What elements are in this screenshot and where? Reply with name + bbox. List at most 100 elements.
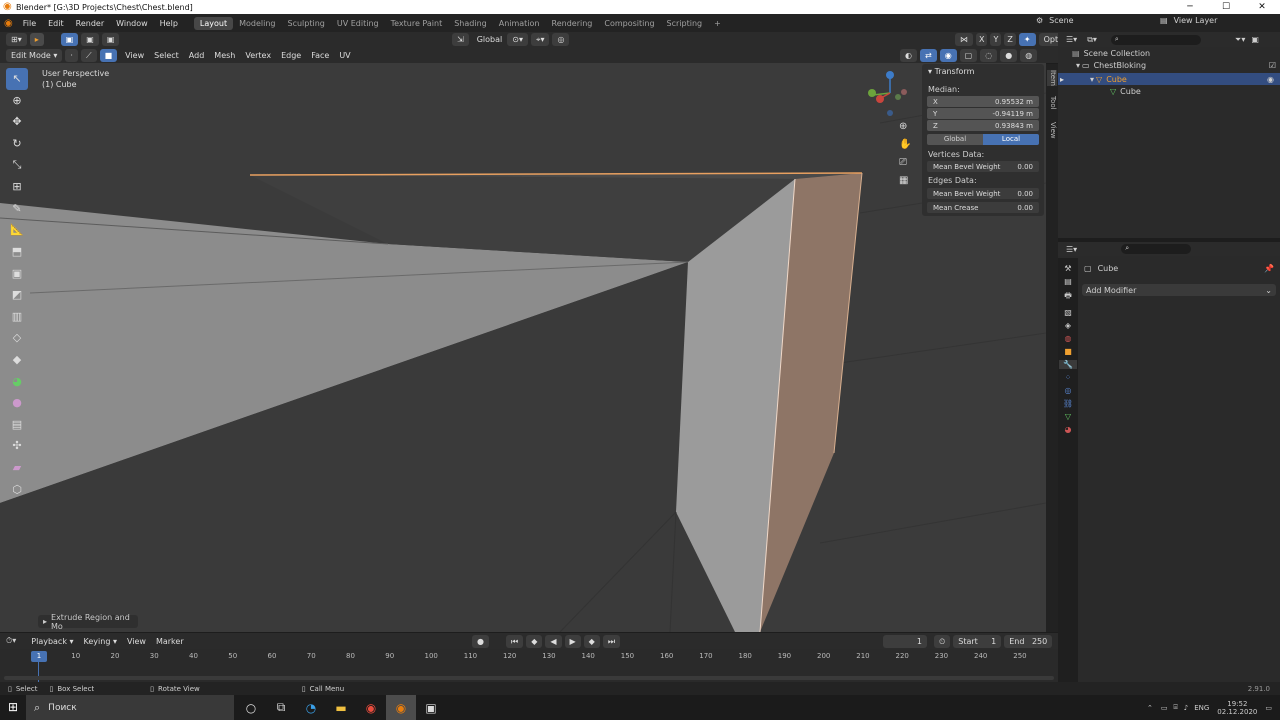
smooth-tool-icon[interactable]: ●	[6, 392, 28, 414]
language-indicator[interactable]: ENG	[1194, 704, 1209, 712]
tab-tool[interactable]: Tool	[1047, 96, 1057, 110]
measure-tool-icon[interactable]: 📐	[6, 219, 28, 241]
material-tab-icon[interactable]: ◕	[1065, 425, 1072, 434]
menu-face[interactable]: Face	[311, 51, 329, 60]
pin-icon[interactable]: 📌	[1264, 264, 1274, 273]
tab-shading[interactable]: Shading	[448, 17, 493, 30]
crease-field[interactable]: Mean Crease 0.00	[927, 202, 1039, 213]
move-tool-icon[interactable]: ✥	[6, 111, 28, 133]
tab-view[interactable]: View	[1047, 122, 1057, 139]
tab-texture-paint[interactable]: Texture Paint	[385, 17, 449, 30]
modifier-tab-icon[interactable]: 🔧	[1059, 360, 1077, 369]
object-tab-icon[interactable]: ■	[1064, 347, 1072, 356]
menu-marker[interactable]: Marker	[156, 637, 184, 646]
properties-editor-icon[interactable]: ☰▾	[1066, 245, 1077, 254]
clock-icon[interactable]: ⏲	[934, 635, 951, 648]
median-x-field[interactable]: X 0.95532 m	[927, 96, 1039, 107]
expand-arrow-icon[interactable]: ▾	[1076, 61, 1080, 70]
file-explorer-icon[interactable]: ▬	[326, 695, 356, 720]
display-mode-icon[interactable]: ⧉▾	[1087, 35, 1097, 45]
inset-tool-icon[interactable]: ▣	[6, 262, 28, 284]
zoom-icon[interactable]: ⊕	[899, 121, 913, 135]
chrome-icon[interactable]: ◉	[356, 695, 386, 720]
tab-modeling[interactable]: Modeling	[233, 17, 281, 30]
vertex-bevel-field[interactable]: Mean Bevel Weight 0.00	[927, 161, 1039, 172]
menu-help[interactable]: Help	[160, 19, 178, 28]
transform-orientation[interactable]: Global	[477, 35, 503, 44]
rotate-tool-icon[interactable]: ↻	[6, 133, 28, 155]
battery-icon[interactable]: ▭	[1161, 704, 1168, 712]
poly-build-tool-icon[interactable]: ◆	[6, 349, 28, 371]
object-expand-icon[interactable]: ▾	[1090, 75, 1094, 84]
menu-keying[interactable]: Keying ▾	[84, 637, 117, 646]
menu-playback[interactable]: Playback ▾	[31, 637, 73, 646]
record-icon[interactable]: ●	[472, 635, 489, 648]
bevel-tool-icon[interactable]: ◩	[6, 284, 28, 306]
physics-tab-icon[interactable]: ◎	[1065, 386, 1072, 395]
cortana-icon[interactable]: ○	[236, 695, 266, 720]
shrink-fatten-tool-icon[interactable]: ✣	[6, 435, 28, 457]
tab-sculpting[interactable]: Sculpting	[282, 17, 331, 30]
filter-icon[interactable]: ⏷▾	[1235, 35, 1245, 45]
select-mode-subtract-icon[interactable]: ▣	[101, 33, 120, 46]
windows-start-icon[interactable]: ⊞	[8, 700, 18, 714]
eye-icon[interactable]: ◉	[1267, 75, 1274, 84]
menu-view[interactable]: View	[125, 51, 144, 60]
tab-rendering[interactable]: Rendering	[546, 17, 599, 30]
menu-window[interactable]: Window	[116, 19, 148, 28]
add-workspace-icon[interactable]: +	[708, 17, 727, 30]
menu-vertex[interactable]: Vertex	[245, 51, 271, 60]
constraints-tab-icon[interactable]: ⛓	[1063, 399, 1073, 408]
3d-viewport[interactable]	[0, 63, 1046, 632]
task-view-icon[interactable]: ⧉	[266, 695, 296, 720]
scene-selector[interactable]: ⚙ Scene	[1036, 16, 1074, 25]
volume-icon[interactable]: ♪	[1184, 704, 1188, 712]
close-button[interactable]: ✕	[1244, 0, 1280, 14]
tool-tab-icon[interactable]: ⚒	[1064, 264, 1071, 273]
jump-start-icon[interactable]: ⏮	[505, 635, 524, 648]
cursor-tool-icon[interactable]: ⊕	[6, 90, 28, 112]
outliner-editor-icon[interactable]: ☰▾	[1066, 35, 1077, 44]
network-icon[interactable]: ⌸	[1174, 703, 1178, 712]
jump-end-icon[interactable]: ⏭	[602, 635, 621, 648]
tab-uv-editing[interactable]: UV Editing	[331, 17, 385, 30]
xray-icon[interactable]: ▢	[959, 49, 978, 62]
overlay-icon[interactable]: ◉	[939, 49, 957, 62]
pivot-icon[interactable]: ⊙▾	[507, 33, 528, 46]
frame-cursor[interactable]: 1	[31, 651, 47, 662]
taskbar-search[interactable]: ⌕ Поиск	[26, 695, 234, 720]
play-reverse-icon[interactable]: ◀	[545, 635, 562, 648]
spin-tool-icon[interactable]: ◕	[6, 370, 28, 392]
prev-keyframe-icon[interactable]: ◆	[526, 635, 543, 648]
mirror-icon[interactable]: ⋈	[955, 33, 973, 46]
edge-select-icon[interactable]: ⟋	[80, 48, 97, 62]
mode-selector[interactable]: Edit Mode ▾	[6, 48, 63, 62]
pan-hand-icon[interactable]: ✋	[899, 139, 913, 153]
editor-type-icon[interactable]: ⊞▾	[6, 33, 27, 46]
menu-render[interactable]: Render	[76, 19, 104, 28]
shear-tool-icon[interactable]: ▰	[6, 457, 28, 479]
edge-bevel-field[interactable]: Mean Bevel Weight 0.00	[927, 188, 1039, 199]
scene-collection-row[interactable]: ▤ Scene Collection	[1072, 49, 1150, 58]
object-row[interactable]: ▸ ▾ ▽ Cube ◉	[1058, 73, 1280, 85]
timeline-editor-icon[interactable]: ⏱▾	[6, 636, 16, 646]
shading-wire-icon[interactable]: ◌	[980, 49, 998, 62]
clock[interactable]: 19:52 02.12.2020	[1217, 700, 1257, 716]
axis-x-toggle[interactable]: X	[976, 33, 988, 46]
select-tool-icon[interactable]: ▸	[29, 33, 44, 46]
axis-y-toggle[interactable]: Y	[990, 33, 1002, 46]
world-tab-icon[interactable]: ◍	[1065, 334, 1072, 343]
menu-file[interactable]: File	[23, 19, 36, 28]
end-frame-field[interactable]: End 250	[1004, 635, 1053, 648]
local-button[interactable]: Local	[983, 134, 1039, 145]
properties-search-input[interactable]: ⌕	[1121, 244, 1192, 254]
collection-row[interactable]: ▾ ▭ ChestBloking ☑	[1076, 61, 1276, 70]
tab-item[interactable]: Item	[1047, 70, 1057, 86]
loop-cut-tool-icon[interactable]: ▥	[6, 306, 28, 328]
select-mode-extend-icon[interactable]: ▣	[81, 33, 99, 46]
next-keyframe-icon[interactable]: ◆	[583, 635, 600, 648]
navigation-gizmo[interactable]	[866, 68, 914, 118]
menu-select[interactable]: Select	[154, 51, 179, 60]
tab-animation[interactable]: Animation	[493, 17, 546, 30]
app-taskbar-icon[interactable]: ▣	[416, 695, 446, 720]
